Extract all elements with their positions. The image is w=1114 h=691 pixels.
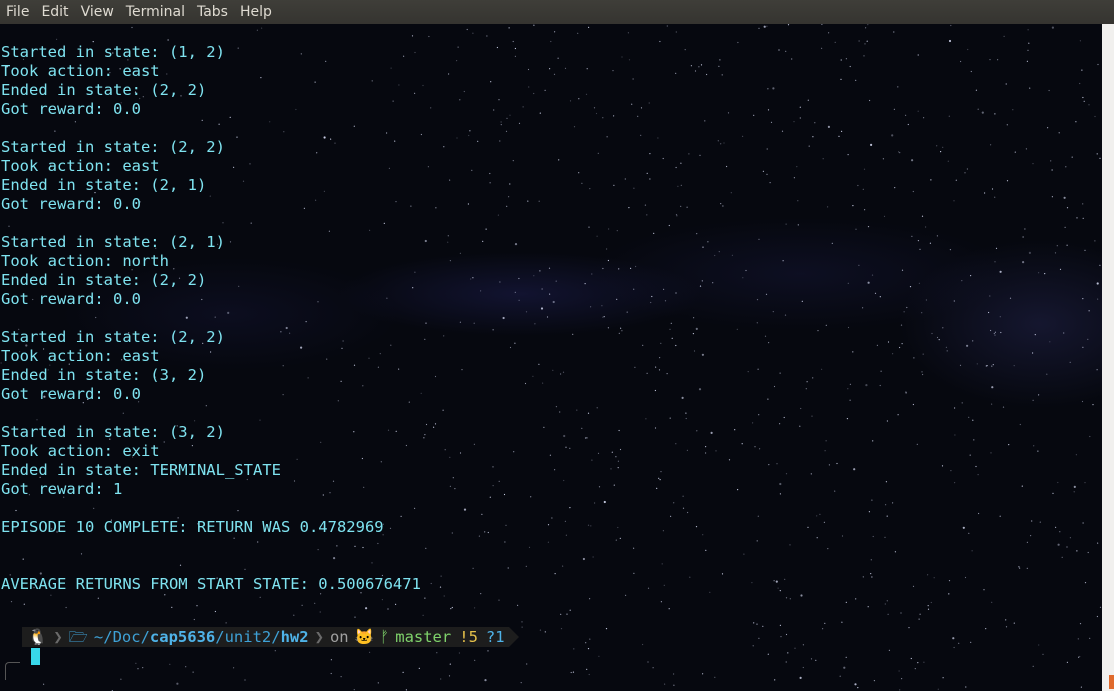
terminal-output: Started in state: (1, 2) Took action: eas… [1, 43, 421, 594]
menu-help[interactable]: Help [234, 4, 278, 20]
menu-tabs[interactable]: Tabs [191, 4, 234, 20]
path-segment-unit: unit2 [224, 628, 272, 646]
separator-icon: ❯ [53, 628, 63, 646]
path-segment-course: cap5636 [149, 628, 216, 646]
terminal-line: Took action: east [1, 62, 160, 80]
terminal-line: Started in state: (2, 2) [1, 138, 225, 156]
text-cursor [31, 648, 40, 665]
terminal-line: Ended in state: (2, 2) [1, 271, 207, 289]
git-branch-name: master [395, 628, 452, 646]
path-slash: / [215, 628, 225, 646]
git-on-label: on [329, 628, 349, 646]
terminal-line: Got reward: 0.0 [1, 195, 141, 213]
scrollbar-indicator[interactable] [1109, 675, 1114, 689]
menu-bar: File Edit View Terminal Tabs Help [0, 0, 1114, 24]
terminal-line: Started in state: (2, 1) [1, 233, 225, 251]
menu-terminal[interactable]: Terminal [120, 4, 191, 20]
menu-file[interactable]: File [0, 4, 35, 20]
terminal-line: Started in state: (3, 2) [1, 423, 225, 441]
terminal-line: Ended in state: TERMINAL_STATE [1, 461, 281, 479]
terminal-area[interactable]: Started in state: (1, 2) Took action: eas… [0, 24, 1102, 691]
terminal-line: Started in state: (2, 2) [1, 328, 225, 346]
github-cat-icon: 🐱 [354, 628, 374, 646]
terminal-line: Got reward: 1 [1, 480, 123, 498]
path-slash: / [271, 628, 281, 646]
terminal-line: Took action: north [1, 252, 169, 270]
terminal-line: EPISODE 10 COMPLETE: RETURN WAS 0.478296… [1, 518, 384, 536]
terminal-line: Ended in state: (3, 2) [1, 366, 207, 384]
path-home: ~/ [93, 628, 113, 646]
terminal-line: Took action: east [1, 157, 160, 175]
terminal-line: Ended in state: (2, 2) [1, 81, 207, 99]
prompt-bracket [5, 662, 20, 680]
git-untracked-count: ?1 [485, 628, 505, 646]
git-modified-count: !5 [459, 628, 478, 646]
terminal-line: Took action: exit [1, 442, 160, 460]
terminal-line: Got reward: 0.0 [1, 100, 141, 118]
path-slash: / [140, 628, 150, 646]
linux-icon: 🐧 [28, 628, 48, 646]
path-segment-current: hw2 [280, 628, 309, 646]
terminal-line: AVERAGE RETURNS FROM START STATE: 0.5006… [1, 575, 421, 593]
path-segment-doc: Doc [112, 628, 141, 646]
terminal-line: Ended in state: (2, 1) [1, 176, 207, 194]
terminal-line: Took action: east [1, 347, 160, 365]
shell-prompt: 🐧 ❯ 🗁 ~/ Doc / cap5636 / unit2 / hw2 ❯ o… [22, 627, 519, 647]
menu-view[interactable]: View [75, 4, 120, 20]
terminal-line: Started in state: (1, 2) [1, 43, 225, 61]
menu-edit[interactable]: Edit [35, 4, 74, 20]
folder-icon: 🗁 [68, 628, 88, 646]
prompt-end-arrow [508, 627, 519, 647]
terminal-line: Got reward: 0.0 [1, 290, 141, 308]
separator-icon: ❯ [314, 628, 324, 646]
terminal-line: Got reward: 0.0 [1, 385, 141, 403]
scrollbar[interactable] [1102, 24, 1114, 691]
git-branch-icon: ᚠ [379, 628, 390, 646]
